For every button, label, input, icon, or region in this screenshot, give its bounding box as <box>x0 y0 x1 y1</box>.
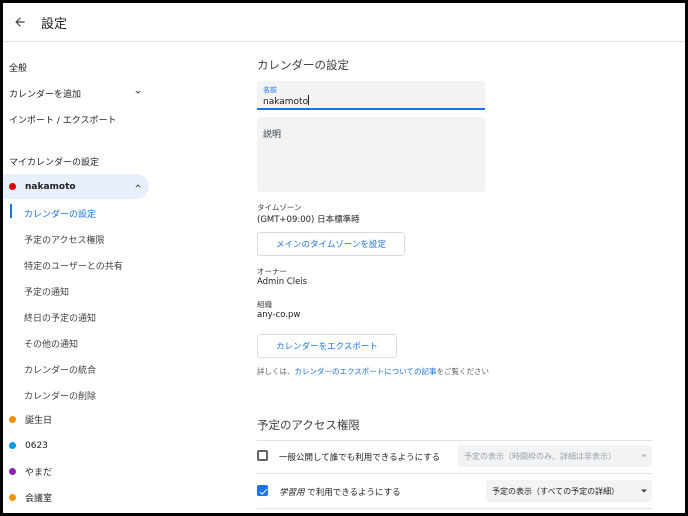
divider <box>257 473 652 474</box>
name-field[interactable]: 名前 nakamoto <box>257 81 485 110</box>
selected-indicator <box>10 204 12 218</box>
sidebar-item-general[interactable]: 全般 <box>9 61 27 74</box>
export-calendar-button[interactable]: カレンダーをエクスポート <box>257 334 397 358</box>
calendar-name: 0623 <box>25 440 48 451</box>
sidebar-calendar-birthdays[interactable]: 誕生日 <box>3 407 149 432</box>
calendar-name: 会議室 <box>25 494 53 504</box>
dropdown-arrow-icon <box>641 489 647 493</box>
sidebar-heading-my-calendars: マイカレンダーの設定 <box>9 158 100 168</box>
org-access-row: 学習用 で利用できるようにする 予定の表示（すべての予定の詳細） <box>257 477 652 507</box>
description-field[interactable]: 説明 <box>257 117 485 192</box>
sidebar-sub-event-notifications[interactable]: 予定の通知 <box>24 285 69 298</box>
sidebar-sub-integrate-calendar[interactable]: カレンダーの統合 <box>24 363 96 376</box>
owner-label: オーナー <box>257 267 287 276</box>
help-suffix: をご覧ください <box>436 367 490 376</box>
calendar-color-dot <box>9 494 16 501</box>
org-access-label-rest: で利用できるようにする <box>304 488 401 498</box>
owner-value: Admin Cleis <box>257 277 308 287</box>
public-access-checkbox[interactable] <box>257 450 268 461</box>
org-access-checkbox[interactable] <box>257 485 268 496</box>
sidebar-sub-calendar-settings[interactable]: カレンダーの設定 <box>24 207 96 220</box>
name-label: 名前 <box>263 86 277 94</box>
sidebar-item-add-calendar[interactable]: カレンダーを追加 <box>9 87 81 100</box>
sidebar-calendar-meeting-room[interactable]: 会議室 <box>3 485 149 510</box>
divider <box>257 508 652 509</box>
dropdown-arrow-icon <box>641 454 647 458</box>
check-icon <box>259 488 268 495</box>
sidebar-sub-share-with-users[interactable]: 特定のユーザーとの共有 <box>24 259 123 272</box>
text-caret <box>308 95 310 105</box>
organization-value: any-co.pw <box>257 310 301 320</box>
chevron-up-icon[interactable] <box>133 181 143 191</box>
set-main-timezone-button[interactable]: メインのタイムゾーンを設定 <box>257 232 405 256</box>
org-access-label: 学習用 で利用できるようにする <box>279 486 401 498</box>
calendar-color-dot <box>9 416 16 423</box>
sidebar-calendar-yamada[interactable]: やまだ <box>3 459 149 484</box>
org-name: 学習用 <box>279 488 305 498</box>
timezone-label: タイムゾーン <box>257 203 302 212</box>
sidebar-calendar-0623[interactable]: 0623 <box>3 433 149 458</box>
public-access-select-value: 予定の表示（時間枠のみ、詳細は非表示） <box>464 451 616 461</box>
back-button[interactable] <box>7 9 33 35</box>
sidebar: 全般 カレンダーを追加 インポート / エクスポート マイカレンダーの設定 na… <box>3 41 153 513</box>
calendar-color-dot <box>9 442 16 449</box>
calendar-color-dot <box>9 468 16 475</box>
chevron-down-icon[interactable] <box>133 87 143 97</box>
help-prefix: 詳しくは、 <box>257 367 295 376</box>
calendar-color-dot <box>9 183 16 190</box>
arrow-back-icon <box>15 17 25 27</box>
sidebar-sub-delete-calendar[interactable]: カレンダーの削除 <box>24 389 96 402</box>
export-help-link[interactable]: カレンダーのエクスポートについての記事 <box>295 367 437 376</box>
section-title-calendar-settings: カレンダーの設定 <box>257 58 349 72</box>
calendar-name: やまだ <box>25 468 53 478</box>
settings-content: カレンダーの設定 名前 nakamoto 説明 タイムゾーン (GMT+09:0… <box>257 3 685 513</box>
divider <box>257 440 652 441</box>
name-input[interactable]: nakamoto <box>263 97 308 107</box>
sidebar-sub-allday-notifications[interactable]: 終日の予定の通知 <box>24 311 96 324</box>
sidebar-sub-access-permissions[interactable]: 予定のアクセス権限 <box>24 233 105 246</box>
org-access-select-value: 予定の表示（すべての予定の詳細） <box>492 486 620 496</box>
settings-window: 設定 全般 カレンダーを追加 インポート / エクスポート マイカレンダーの設定… <box>3 3 685 513</box>
sidebar-item-import-export[interactable]: インポート / エクスポート <box>9 113 117 126</box>
calendar-name: nakamoto <box>25 181 76 192</box>
timezone-value: (GMT+09:00) 日本標準時 <box>257 215 360 225</box>
calendar-name: 誕生日 <box>25 416 53 426</box>
org-access-select[interactable]: 予定の表示（すべての予定の詳細） <box>486 480 652 502</box>
name-input-wrap[interactable]: nakamoto <box>263 95 310 107</box>
description-label: 説明 <box>263 130 282 140</box>
sidebar-sub-other-notifications[interactable]: その他の通知 <box>24 337 78 350</box>
help-text: 詳しくは、カレンダーのエクスポートについての記事をご覧ください <box>257 366 489 377</box>
public-access-select: 予定の表示（時間枠のみ、詳細は非表示） <box>458 445 652 467</box>
public-access-label: 一般公開して誰でも利用できるようにする <box>279 453 441 463</box>
page-title: 設定 <box>41 16 68 32</box>
public-access-row: 一般公開して誰でも利用できるようにする 予定の表示（時間枠のみ、詳細は非表示） <box>257 442 652 472</box>
organization-label: 組織 <box>257 300 272 309</box>
sidebar-calendar-nakamoto[interactable]: nakamoto <box>3 174 149 199</box>
section-title-access-permissions: 予定のアクセス権限 <box>257 418 360 432</box>
